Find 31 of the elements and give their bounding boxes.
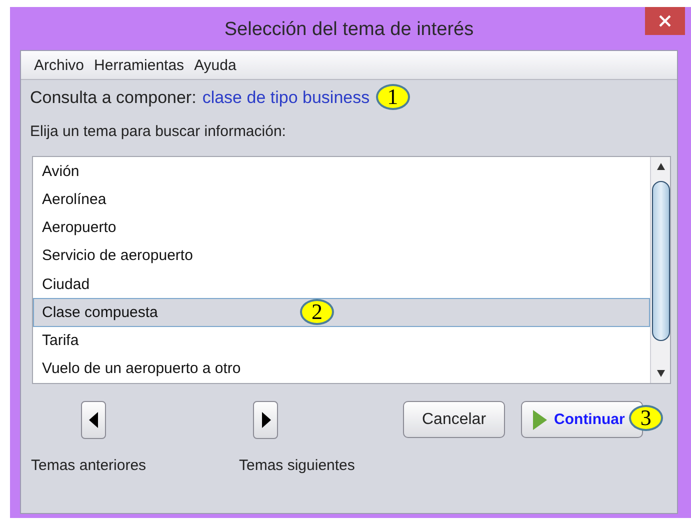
menu-item[interactable]: Herramientas bbox=[93, 55, 186, 76]
callout-number: 1 bbox=[376, 84, 410, 110]
left-triangle-icon bbox=[86, 410, 100, 430]
nav-label: Temas siguientes bbox=[239, 457, 356, 474]
menu-item[interactable]: Ayuda bbox=[193, 55, 238, 76]
list-item[interactable]: Ciudad bbox=[33, 270, 650, 298]
close-button[interactable] bbox=[645, 7, 685, 35]
cancel-button[interactable]: Cancelar bbox=[403, 401, 506, 438]
list-item[interactable]: Clase compuesta 2 bbox=[33, 298, 650, 326]
menu-item[interactable]: Archivo bbox=[33, 55, 86, 76]
list-item[interactable]: Aeropuerto bbox=[33, 214, 650, 242]
scrollbar[interactable] bbox=[650, 157, 670, 383]
list-item[interactable]: Aerolínea bbox=[33, 185, 650, 214]
scroll-down-icon[interactable] bbox=[656, 369, 666, 378]
list-prompt: Elija un tema para buscar información: bbox=[29, 122, 287, 142]
close-icon bbox=[658, 14, 672, 28]
list-item[interactable]: Tarifa bbox=[33, 326, 650, 355]
scroll-up-icon[interactable] bbox=[656, 162, 666, 171]
callout-number: 2 bbox=[300, 299, 334, 326]
window-title: Selección del tema de interés bbox=[224, 18, 474, 40]
list-item[interactable]: Servicio de aeropuerto bbox=[33, 242, 650, 270]
next-button[interactable] bbox=[253, 401, 278, 439]
continue-button[interactable]: Continuar bbox=[521, 401, 643, 438]
query-label: Consulta a componer: bbox=[30, 88, 196, 108]
list-item[interactable]: Avión bbox=[33, 157, 650, 186]
play-icon bbox=[532, 408, 548, 430]
scroll-thumb[interactable] bbox=[652, 181, 670, 341]
nav-label: Temas anteriores bbox=[31, 457, 148, 474]
list-item[interactable]: Vuelo de un aeropuerto a otro bbox=[33, 354, 650, 383]
query-value: clase de tipo business bbox=[202, 88, 370, 108]
previous-button[interactable] bbox=[81, 401, 106, 439]
